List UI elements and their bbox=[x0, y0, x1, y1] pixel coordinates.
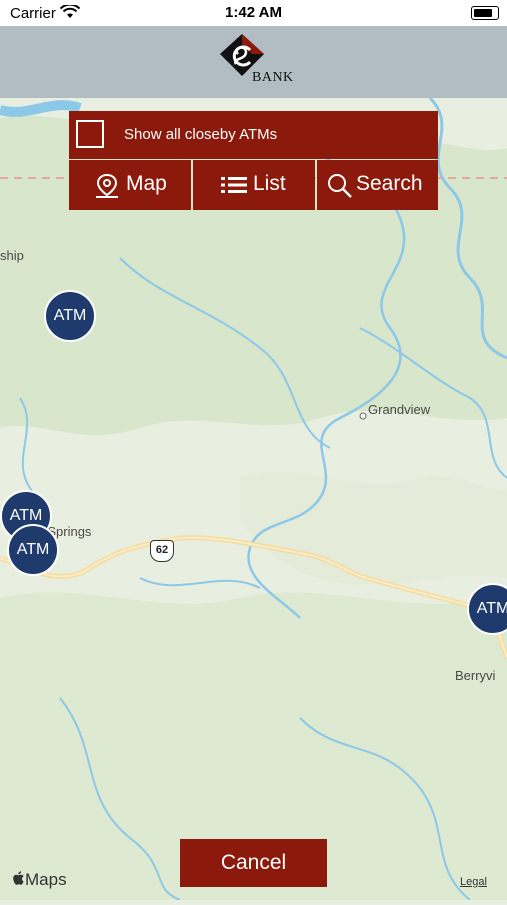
apple-maps-attribution: Maps bbox=[12, 870, 67, 890]
tab-map-label: Map bbox=[126, 172, 167, 195]
app-header: BANK bbox=[0, 26, 507, 98]
status-bar: Carrier 1:42 AM bbox=[0, 0, 507, 26]
map-background bbox=[0, 96, 507, 901]
cancel-button[interactable]: Cancel bbox=[180, 839, 327, 887]
tab-search-label: Search bbox=[356, 172, 423, 195]
checkbox[interactable] bbox=[76, 120, 104, 148]
map-label-berryville: Berryvi bbox=[455, 668, 496, 683]
apple-icon bbox=[13, 871, 24, 885]
magnifier-icon bbox=[328, 174, 352, 198]
tab-list-label: List bbox=[253, 172, 286, 195]
map-label-grandview: Grandview bbox=[368, 402, 431, 417]
tab-map[interactable]: Map bbox=[69, 160, 191, 210]
battery-icon bbox=[471, 6, 499, 20]
map-pin-icon bbox=[96, 173, 118, 198]
tab-list[interactable]: List bbox=[193, 160, 315, 210]
closeby-atms-toggle[interactable]: Show all closeby ATMs bbox=[69, 111, 438, 159]
atm-pin[interactable]: ATM bbox=[7, 524, 59, 576]
clock: 1:42 AM bbox=[225, 4, 282, 21]
checkbox-label: Show all closeby ATMs bbox=[124, 126, 278, 143]
controls-panel: Show all closeby ATMs Map List Search bbox=[69, 111, 438, 210]
map-view[interactable]: ship Grandview ka Springs Berryvi 62 ATM… bbox=[0, 96, 507, 901]
list-icon bbox=[221, 177, 247, 193]
logo-text: BANK bbox=[252, 70, 294, 85]
route-62-shield: 62 bbox=[150, 540, 174, 562]
maps-brand-text: Maps bbox=[25, 870, 67, 889]
map-label-township: ship bbox=[0, 248, 24, 263]
legal-link[interactable]: Legal bbox=[460, 876, 487, 888]
atm-pin[interactable]: ATM bbox=[44, 290, 96, 342]
tab-search[interactable]: Search bbox=[317, 160, 438, 210]
